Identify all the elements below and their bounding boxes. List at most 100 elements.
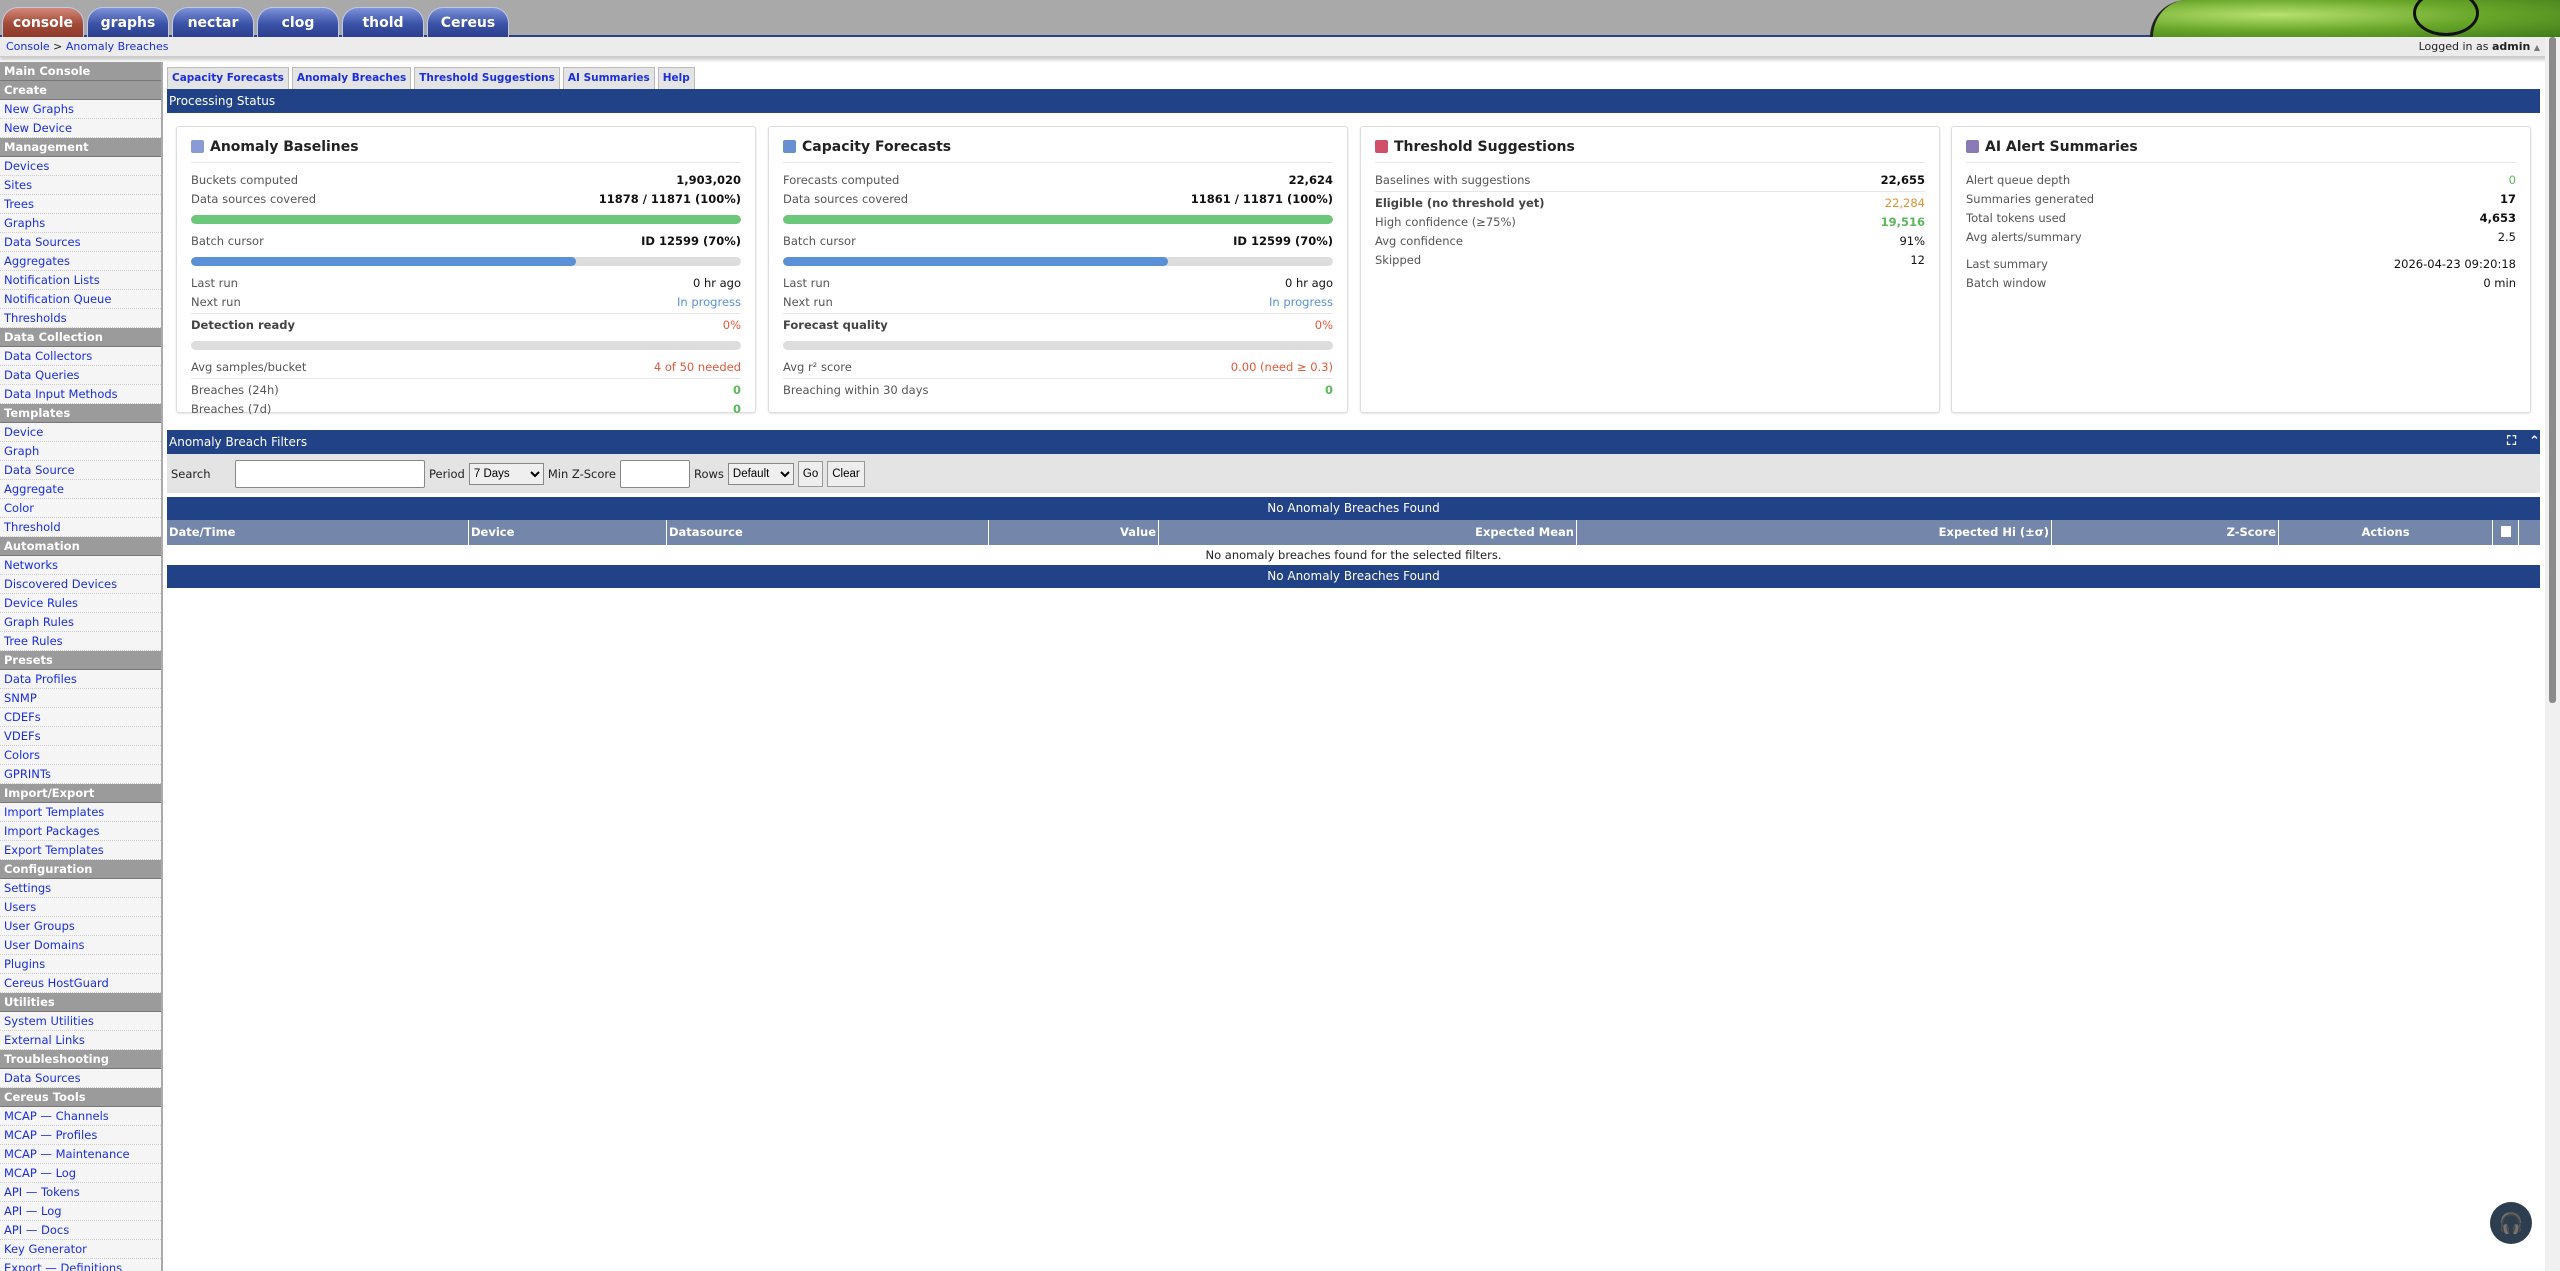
bar-chart-icon (783, 140, 796, 153)
sidebar-item-plugins[interactable]: Plugins (0, 955, 161, 974)
column-header-datasource[interactable]: Datasource (667, 520, 989, 545)
sidebar-section-main-console[interactable]: Main Console (0, 62, 161, 81)
breadcrumb-console[interactable]: Console (6, 40, 50, 53)
sidebar-section-cereus-tools[interactable]: Cereus Tools (0, 1088, 161, 1107)
sidebar-item-device-rules[interactable]: Device Rules (0, 594, 161, 613)
sidebar-section-import-export[interactable]: Import/Export (0, 784, 161, 803)
sidebar-item-notification-lists[interactable]: Notification Lists (0, 271, 161, 290)
sidebar-item-data-sources[interactable]: Data Sources (0, 233, 161, 252)
page-scrollbar[interactable] (2545, 37, 2560, 1271)
sidebar-item-devices[interactable]: Devices (0, 157, 161, 176)
sidebar-item-device[interactable]: Device (0, 423, 161, 442)
tab-clog[interactable]: clog (257, 7, 339, 37)
sidebar-item-discovered-devices[interactable]: Discovered Devices (0, 575, 161, 594)
sidebar-item-data-source[interactable]: Data Source (0, 461, 161, 480)
sidebar-section-configuration[interactable]: Configuration (0, 860, 161, 879)
sidebar-item-aggregate[interactable]: Aggregate (0, 480, 161, 499)
column-header-expected-mean[interactable]: Expected Mean (1159, 520, 1577, 545)
sidebar-item-api-docs[interactable]: API — Docs (0, 1221, 161, 1240)
sidebar-item-api-tokens[interactable]: API — Tokens (0, 1183, 161, 1202)
sidebar-item-tree-rules[interactable]: Tree Rules (0, 632, 161, 651)
period-select[interactable]: 7 Days (468, 462, 544, 485)
sidebar-item-graph-rules[interactable]: Graph Rules (0, 613, 161, 632)
tab-thold[interactable]: thold (342, 7, 424, 37)
column-header-device[interactable]: Device (469, 520, 667, 545)
tab-nectar[interactable]: nectar (172, 7, 254, 37)
sidebar-section-data-collection[interactable]: Data Collection (0, 328, 161, 347)
sidebar-item-export-templates[interactable]: Export Templates (0, 841, 161, 860)
sidebar-item-aggregates[interactable]: Aggregates (0, 252, 161, 271)
caret-up-icon[interactable]: ▲ (2534, 43, 2540, 52)
sidebar-item-new-device[interactable]: New Device (0, 119, 161, 138)
sidebar-item-data-collectors[interactable]: Data Collectors (0, 347, 161, 366)
sidebar-item-users[interactable]: Users (0, 898, 161, 917)
rows-select[interactable]: Default (727, 462, 794, 485)
column-header-date-time[interactable]: Date/Time (167, 520, 469, 545)
subtab-capacity-forecasts[interactable]: Capacity Forecasts (167, 67, 289, 89)
sidebar-item-graph[interactable]: Graph (0, 442, 161, 461)
breadcrumb-current[interactable]: Anomaly Breaches (66, 40, 169, 53)
sidebar-item-notification-queue[interactable]: Notification Queue (0, 290, 161, 309)
sidebar-item-external-links[interactable]: External Links (0, 1031, 161, 1050)
sidebar-item-trees[interactable]: Trees (0, 195, 161, 214)
sidebar-item-cereus-hostguard[interactable]: Cereus HostGuard (0, 974, 161, 993)
subtab-threshold-suggestions[interactable]: Threshold Suggestions (414, 67, 560, 89)
sidebar-section-presets[interactable]: Presets (0, 651, 161, 670)
sidebar-item-mcap-maintenance[interactable]: MCAP — Maintenance (0, 1145, 161, 1164)
column-header-z-score[interactable]: Z-Score (2052, 520, 2279, 545)
sidebar-item-settings[interactable]: Settings (0, 879, 161, 898)
sidebar-item-gprints[interactable]: GPRINTs (0, 765, 161, 784)
login-user[interactable]: admin (2492, 40, 2530, 53)
subtab-ai-summaries[interactable]: AI Summaries (562, 67, 655, 89)
search-input[interactable] (235, 459, 425, 488)
sidebar-item-data-profiles[interactable]: Data Profiles (0, 670, 161, 689)
sidebar-item-system-utilities[interactable]: System Utilities (0, 1012, 161, 1031)
sidebar-item-data-sources[interactable]: Data Sources (0, 1069, 161, 1088)
subtab-help[interactable]: Help (657, 67, 695, 89)
tab-graphs[interactable]: graphs (87, 7, 169, 37)
tab-cereus[interactable]: Cereus (427, 7, 509, 37)
sidebar-item-data-queries[interactable]: Data Queries (0, 366, 161, 385)
column-header-actions[interactable]: Actions (2279, 520, 2493, 545)
sidebar-item-color[interactable]: Color (0, 499, 161, 518)
sidebar-section-troubleshooting[interactable]: Troubleshooting (0, 1050, 161, 1069)
sidebar-item-mcap-channels[interactable]: MCAP — Channels (0, 1107, 161, 1126)
sidebar-item-threshold[interactable]: Threshold (0, 518, 161, 537)
sidebar-item-colors[interactable]: Colors (0, 746, 161, 765)
sidebar-item-import-templates[interactable]: Import Templates (0, 803, 161, 822)
sidebar-item-user-domains[interactable]: User Domains (0, 936, 161, 955)
sidebar-item-vdefs[interactable]: VDEFs (0, 727, 161, 746)
sidebar-item-cdefs[interactable]: CDEFs (0, 708, 161, 727)
sidebar-item-graphs[interactable]: Graphs (0, 214, 161, 233)
sidebar-item-key-generator[interactable]: Key Generator (0, 1240, 161, 1259)
zscore-input[interactable] (619, 459, 690, 488)
sidebar-section-create[interactable]: Create (0, 81, 161, 100)
sidebar-section-utilities[interactable]: Utilities (0, 993, 161, 1012)
column-header-value[interactable]: Value (989, 520, 1159, 545)
go-button[interactable]: Go (797, 460, 824, 487)
sidebar-item-networks[interactable]: Networks (0, 556, 161, 575)
column-header-expected-hi[interactable]: Expected Hi (±σ) (1577, 520, 2052, 545)
sidebar-section-automation[interactable]: Automation (0, 537, 161, 556)
sidebar-item-new-graphs[interactable]: New Graphs (0, 100, 161, 119)
sidebar-item-thresholds[interactable]: Thresholds (0, 309, 161, 328)
sidebar-item-sites[interactable]: Sites (0, 176, 161, 195)
collapse-icon[interactable]: ⌃ (2529, 430, 2540, 454)
select-all-checkbox[interactable] (2493, 520, 2519, 545)
sidebar-item-export-definitions[interactable]: Export — Definitions (0, 1259, 161, 1271)
sidebar-item-snmp[interactable]: SNMP (0, 689, 161, 708)
fullscreen-icon[interactable]: ⛶ (2507, 430, 2516, 454)
sidebar-item-import-packages[interactable]: Import Packages (0, 822, 161, 841)
sidebar-section-management[interactable]: Management (0, 138, 161, 157)
subtab-anomaly-breaches[interactable]: Anomaly Breaches (291, 67, 412, 89)
clear-button[interactable]: Clear (827, 460, 865, 487)
sidebar-section-templates[interactable]: Templates (0, 404, 161, 423)
sidebar-item-mcap-log[interactable]: MCAP — Log (0, 1164, 161, 1183)
scrollbar-thumb[interactable] (2549, 37, 2556, 703)
sidebar-item-api-log[interactable]: API — Log (0, 1202, 161, 1221)
sidebar-item-data-input-methods[interactable]: Data Input Methods (0, 385, 161, 404)
tab-console[interactable]: console (2, 7, 84, 37)
sidebar-item-user-groups[interactable]: User Groups (0, 917, 161, 936)
sidebar-item-mcap-profiles[interactable]: MCAP — Profiles (0, 1126, 161, 1145)
headset-help-icon[interactable]: 🎧 (2490, 1202, 2532, 1244)
